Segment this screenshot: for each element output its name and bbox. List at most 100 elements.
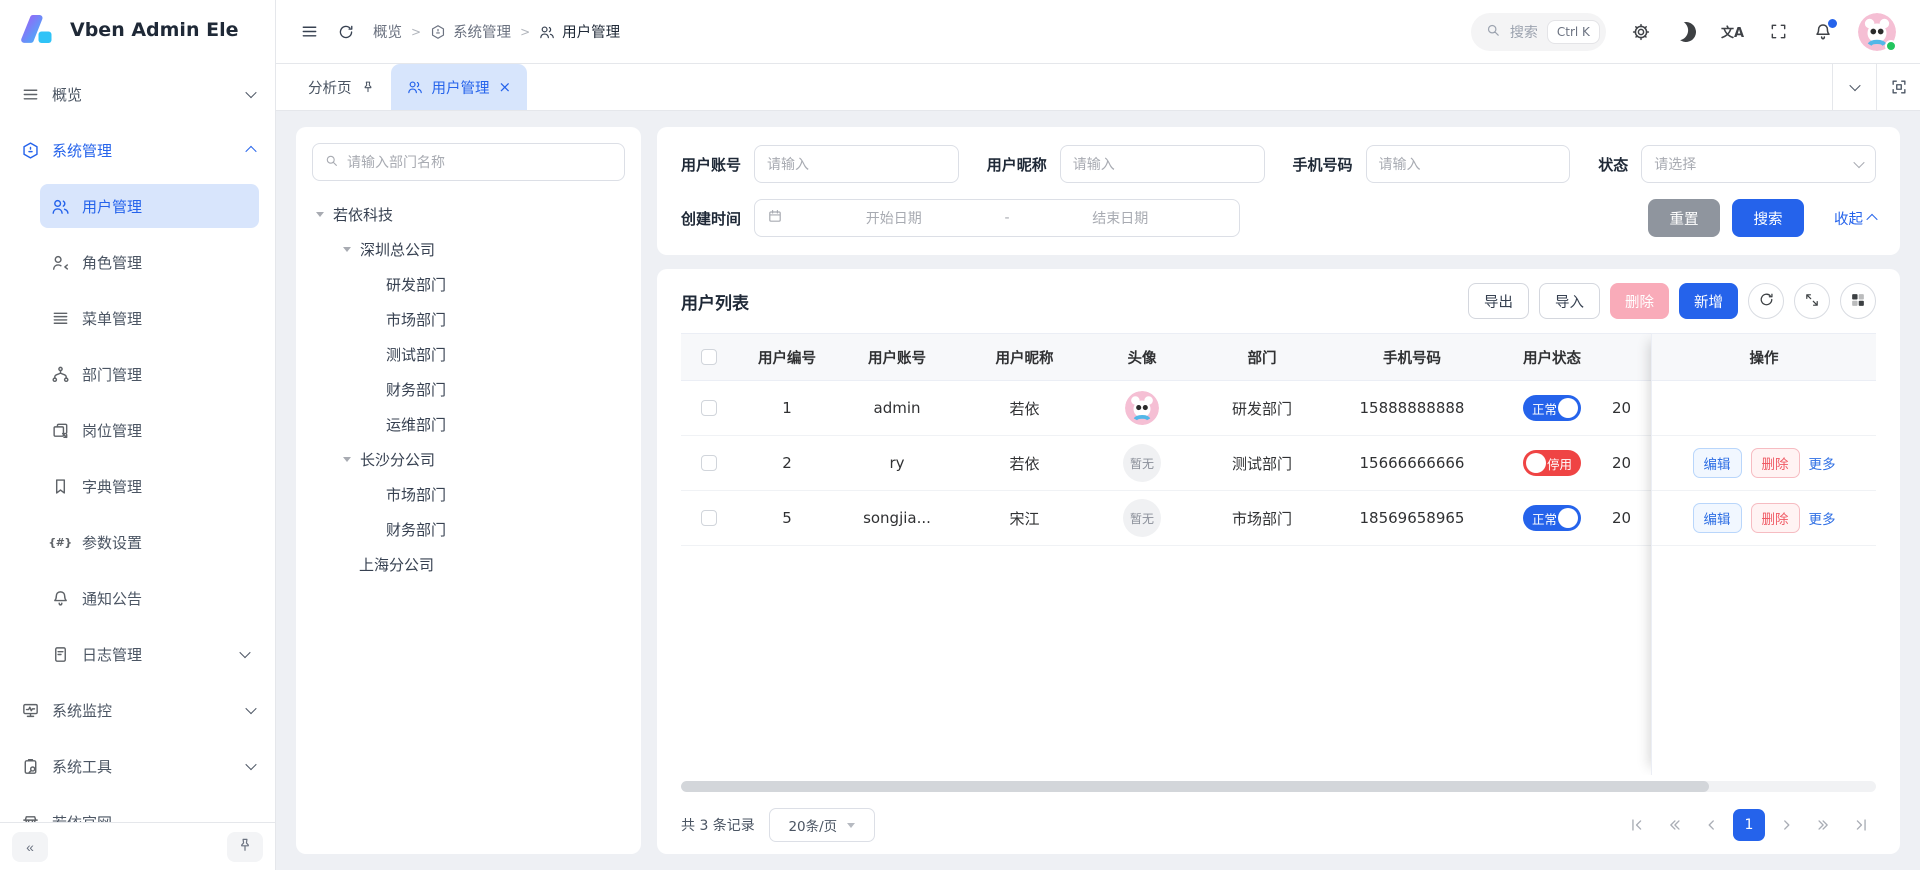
app-logo-icon	[18, 10, 58, 50]
pin-icon[interactable]	[361, 80, 375, 94]
row-checkbox[interactable]	[701, 510, 717, 526]
tree-expand-arrow-icon[interactable]	[343, 457, 351, 462]
language-icon[interactable]: 文A	[1721, 22, 1744, 41]
chevron-up-icon	[1866, 214, 1877, 225]
tree-node-0[interactable]: 若依科技	[312, 197, 625, 232]
prev-page-icon[interactable]	[1696, 810, 1726, 840]
date-range-input[interactable]: 开始日期 - 结束日期	[754, 199, 1240, 237]
last-page-icon[interactable]	[1846, 810, 1876, 840]
next-page-icon[interactable]	[1772, 810, 1802, 840]
status-toggle[interactable]: 停用	[1523, 450, 1581, 476]
row-checkbox[interactable]	[701, 400, 717, 416]
table-columns-button[interactable]	[1840, 283, 1876, 319]
breadcrumb-item-1[interactable]: 系统管理	[430, 21, 511, 42]
sidebar-item-12[interactable]: 系统工具	[10, 744, 265, 788]
sidebar-item-7[interactable]: 字典管理	[40, 464, 259, 508]
more-link[interactable]: 更多	[1809, 453, 1836, 473]
tree-node-4[interactable]: 测试部门	[312, 337, 625, 372]
tree-node-label: 若依科技	[333, 204, 393, 225]
date-start-placeholder[interactable]: 开始日期	[787, 208, 1000, 228]
tree-node-1[interactable]: 深圳总公司	[312, 232, 625, 267]
current-page-button[interactable]: 1	[1733, 809, 1765, 841]
add-button[interactable]: 新增	[1679, 283, 1738, 319]
cell-id: 1	[737, 399, 837, 417]
tab-1[interactable]: 用户管理×	[391, 64, 528, 110]
sidebar-item-4[interactable]: 菜单管理	[40, 296, 259, 340]
close-icon[interactable]: ×	[499, 80, 512, 95]
users-icon	[50, 196, 70, 216]
first-page-icon[interactable]	[1622, 810, 1652, 840]
refresh-icon[interactable]	[337, 23, 355, 41]
filter-field-1: 用户昵称请输入	[987, 145, 1293, 183]
sidebar-item-8[interactable]: {#}参数设置	[40, 520, 259, 564]
horizontal-scrollbar[interactable]	[681, 781, 1876, 792]
tree-expand-arrow-icon[interactable]	[343, 247, 351, 252]
settings-gear-icon[interactable]	[1631, 22, 1651, 42]
global-search[interactable]: 搜索 Ctrl K	[1471, 13, 1606, 51]
row-checkbox[interactable]	[701, 455, 717, 471]
export-button[interactable]: 导出	[1468, 283, 1529, 319]
table-fullscreen-button[interactable]	[1794, 283, 1830, 319]
search-button[interactable]: 搜索	[1732, 199, 1804, 237]
sidebar-collapse-button[interactable]: «	[12, 832, 48, 862]
row-delete-button[interactable]: 删除	[1751, 448, 1800, 478]
sidebar-item-11[interactable]: 系统监控	[10, 688, 265, 732]
filter-input-2[interactable]: 请输入	[1366, 145, 1571, 183]
sidebar-item-6[interactable]: 岗位管理	[40, 408, 259, 452]
tab-0[interactable]: 分析页	[292, 64, 391, 110]
tabs-dropdown-button[interactable]	[1832, 64, 1876, 110]
tree-node-5[interactable]: 财务部门	[312, 372, 625, 407]
horizontal-scrollbar-thumb[interactable]	[681, 781, 1709, 792]
fullscreen-icon[interactable]	[1769, 22, 1788, 41]
date-end-placeholder[interactable]: 结束日期	[1014, 208, 1227, 228]
row-avatar-empty: 暂无	[1123, 499, 1161, 537]
sidebar-item-5[interactable]: 部门管理	[40, 352, 259, 396]
user-avatar[interactable]	[1858, 13, 1896, 51]
chevron-down-icon	[847, 823, 855, 828]
double-prev-icon[interactable]	[1659, 810, 1689, 840]
tree-node-6[interactable]: 运维部门	[312, 407, 625, 442]
tree-expand-arrow-icon[interactable]	[316, 212, 324, 217]
filter-input-0[interactable]: 请输入	[754, 145, 959, 183]
content-maximize-button[interactable]	[1876, 64, 1920, 110]
notifications-bell-icon[interactable]	[1813, 22, 1833, 42]
tree-node-8[interactable]: 市场部门	[312, 477, 625, 512]
logo-row[interactable]: Vben Admin Ele	[0, 0, 275, 60]
sidebar-item-10[interactable]: 日志管理	[40, 632, 259, 676]
breadcrumb-item-0[interactable]: 概览	[373, 21, 402, 42]
tree-node-10[interactable]: 上海分公司	[312, 547, 625, 582]
sidebar-item-9[interactable]: 通知公告	[40, 576, 259, 620]
filter-input-1[interactable]: 请输入	[1060, 145, 1265, 183]
menu-toggle-icon[interactable]	[300, 22, 319, 41]
import-button[interactable]: 导入	[1539, 283, 1600, 319]
status-toggle[interactable]: 正常	[1523, 505, 1581, 531]
department-search-input[interactable]: 请输入部门名称	[312, 143, 625, 181]
tree-node-3[interactable]: 市场部门	[312, 302, 625, 337]
more-link[interactable]: 更多	[1809, 508, 1836, 528]
tree-node-7[interactable]: 长沙分公司	[312, 442, 625, 477]
edit-button[interactable]: 编辑	[1693, 503, 1742, 533]
status-select[interactable]: 请选择	[1641, 145, 1876, 183]
breadcrumb-item-2[interactable]: 用户管理	[539, 21, 620, 42]
status-toggle[interactable]: 正常	[1523, 395, 1581, 421]
sidebar-item-label: 日志管理	[82, 644, 142, 665]
double-next-icon[interactable]	[1809, 810, 1839, 840]
sidebar-item-0[interactable]: 概览	[10, 72, 265, 116]
sidebar-item-2[interactable]: 用户管理	[40, 184, 259, 228]
sidebar-item-3[interactable]: 角色管理	[40, 240, 259, 284]
sidebar-item-1[interactable]: 系统管理	[10, 128, 265, 172]
row-delete-button[interactable]: 删除	[1751, 503, 1800, 533]
tree-node-9[interactable]: 财务部门	[312, 512, 625, 547]
page-size-select[interactable]: 20条/页	[769, 808, 875, 842]
select-all-checkbox[interactable]	[701, 349, 717, 365]
reset-button[interactable]: 重置	[1648, 199, 1720, 237]
tree-node-2[interactable]: 研发部门	[312, 267, 625, 302]
sidebar-pin-button[interactable]	[227, 832, 263, 862]
breadcrumb-label: 概览	[373, 21, 402, 42]
sidebar-item-13[interactable]: 若依官网	[10, 800, 265, 822]
delete-button[interactable]: 删除	[1610, 283, 1669, 319]
dark-mode-moon-icon[interactable]	[1676, 22, 1696, 42]
collapse-filter-link[interactable]: 收起	[1834, 208, 1876, 229]
edit-button[interactable]: 编辑	[1693, 448, 1742, 478]
table-refresh-button[interactable]	[1748, 283, 1784, 319]
